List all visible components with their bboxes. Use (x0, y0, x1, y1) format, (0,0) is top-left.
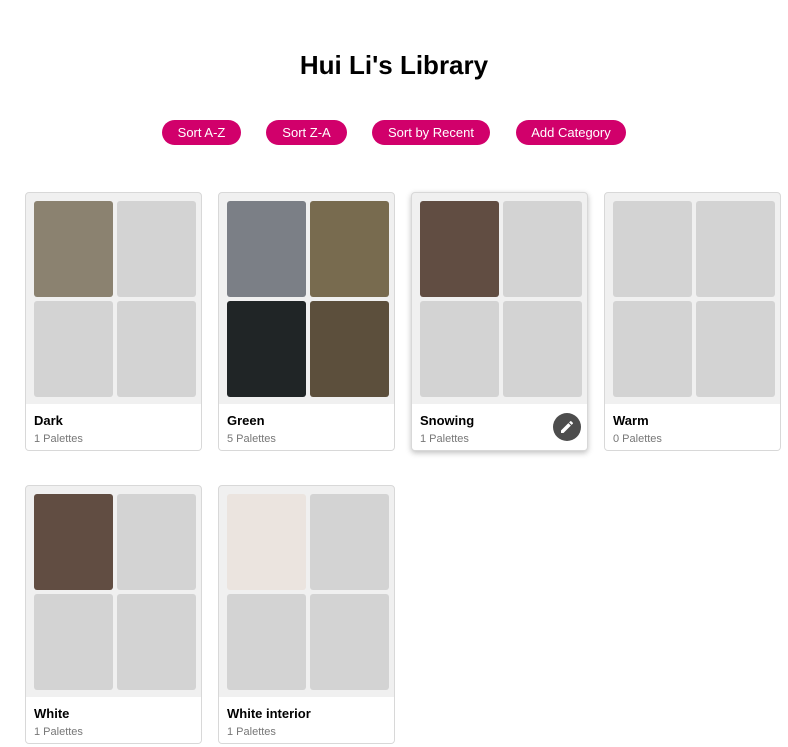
sort-az-button[interactable]: Sort A-Z (162, 120, 241, 145)
card-footer: White interior 1 Palettes (219, 697, 394, 743)
sort-toolbar: Sort A-Z Sort Z-A Sort by Recent Add Cat… (0, 120, 788, 145)
page-title: Hui Li's Library (299, 50, 489, 80)
category-card[interactable]: Dark 1 Palettes (25, 192, 202, 451)
empty-palette-swatch (420, 301, 499, 397)
sort-recent-button[interactable]: Sort by Recent (372, 120, 490, 145)
add-category-button[interactable]: Add Category (516, 120, 626, 145)
empty-palette-swatch (117, 301, 196, 397)
empty-palette-swatch (696, 301, 775, 397)
palette-count: 1 Palettes (34, 433, 83, 445)
empty-palette-swatch (34, 301, 113, 397)
palette-count: 1 Palettes (420, 433, 469, 445)
category-name: Green (227, 413, 265, 428)
palette-swatch (34, 494, 113, 590)
empty-palette-swatch (613, 201, 692, 297)
empty-palette-swatch (503, 201, 582, 297)
library-page: Hui Li's Library Sort A-Z Sort Z-A Sort … (0, 0, 788, 747)
palette-swatch (227, 494, 306, 590)
pencil-icon (561, 420, 574, 433)
empty-palette-swatch (310, 494, 389, 590)
category-name: Warm (613, 413, 649, 428)
edit-category-button[interactable] (553, 413, 581, 441)
empty-palette-swatch (227, 594, 306, 690)
card-footer: Green 5 Palettes (219, 404, 394, 450)
empty-palette-swatch (613, 301, 692, 397)
card-footer: White 1 Palettes (26, 697, 201, 743)
category-card[interactable]: White 1 Palettes (25, 485, 202, 744)
category-name: White (34, 706, 70, 721)
palette-count: 0 Palettes (613, 433, 662, 445)
empty-palette-swatch (696, 201, 775, 297)
empty-palette-swatch (310, 594, 389, 690)
empty-palette-swatch (503, 301, 582, 397)
category-name: Snowing (420, 413, 475, 428)
category-name: White interior (227, 706, 311, 721)
category-card[interactable]: Warm 0 Palettes (604, 192, 781, 451)
palette-swatch (310, 201, 389, 297)
category-card[interactable]: White interior 1 Palettes (218, 485, 395, 744)
palette-count: 5 Palettes (227, 433, 276, 445)
palette-count: 1 Palettes (34, 726, 83, 738)
palette-swatch (34, 201, 113, 297)
empty-palette-swatch (117, 594, 196, 690)
empty-palette-swatch (34, 594, 113, 690)
palette-swatch (227, 201, 306, 297)
sort-za-button[interactable]: Sort Z-A (266, 120, 347, 145)
card-footer: Dark 1 Palettes (26, 404, 201, 450)
palette-swatch (227, 301, 306, 397)
palette-swatch (310, 301, 389, 397)
palette-swatch (420, 201, 499, 297)
card-footer: Warm 0 Palettes (605, 404, 780, 450)
card-footer: Snowing 1 Palettes (412, 404, 587, 450)
empty-palette-swatch (117, 201, 196, 297)
category-card[interactable]: Green 5 Palettes (218, 192, 395, 451)
category-card[interactable]: Snowing 1 Palettes (411, 192, 588, 451)
palette-count: 1 Palettes (227, 726, 276, 738)
category-name: Dark (34, 413, 63, 428)
empty-palette-swatch (117, 494, 196, 590)
